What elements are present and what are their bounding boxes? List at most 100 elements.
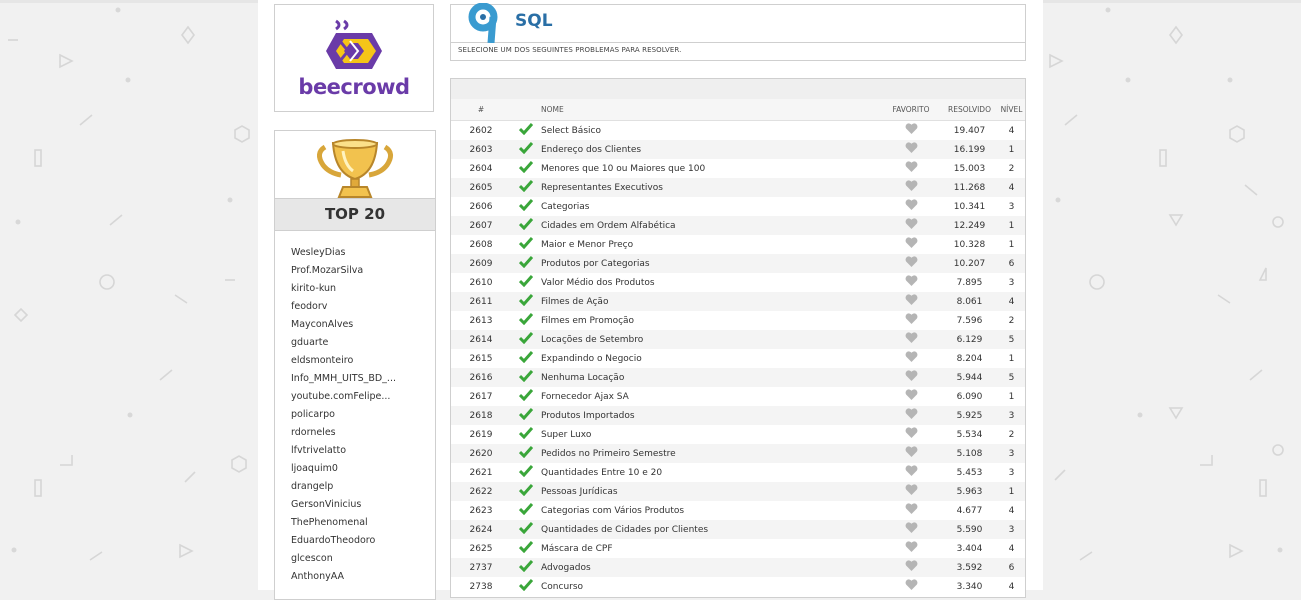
favorite-heart-icon[interactable] <box>881 159 941 178</box>
problem-name-link[interactable]: Expandindo o Negocio <box>541 349 881 368</box>
favorite-heart-icon[interactable] <box>881 273 941 292</box>
table-row[interactable]: 2606 Categorias 10.341 3 <box>451 197 1025 216</box>
ranking-user-link[interactable]: ljoaquim0 <box>291 460 396 478</box>
favorite-heart-icon[interactable] <box>881 558 941 577</box>
favorite-heart-icon[interactable] <box>881 121 941 141</box>
table-row[interactable]: 2614 Locações de Setembro 6.129 5 <box>451 330 1025 349</box>
table-row[interactable]: 2604 Menores que 10 ou Maiores que 100 15.… <box>451 159 1025 178</box>
header-id[interactable]: # <box>451 99 511 121</box>
table-row[interactable]: 2608 Maior e Menor Preço 10.328 1 <box>451 235 1025 254</box>
problem-name-link[interactable]: Advogados <box>541 558 881 577</box>
table-row[interactable]: 2615 Expandindo o Negocio 8.204 1 <box>451 349 1025 368</box>
favorite-heart-icon[interactable] <box>881 463 941 482</box>
problem-name-link[interactable]: Maior e Menor Preço <box>541 235 881 254</box>
problem-name-link[interactable]: Máscara de CPF <box>541 539 881 558</box>
problem-name-link[interactable]: Concurso <box>541 577 881 596</box>
problem-name-link[interactable]: Fornecedor Ajax SA <box>541 387 881 406</box>
problem-name-link[interactable]: Menores que 10 ou Maiores que 100 <box>541 159 881 178</box>
table-row[interactable]: 2620 Pedidos no Primeiro Semestre 5.108 3 <box>451 444 1025 463</box>
table-row[interactable]: 2623 Categorias com Vários Produtos 4.677 4 <box>451 501 1025 520</box>
problem-name-link[interactable]: Representantes Executivos <box>541 178 881 197</box>
table-row[interactable]: 2619 Super Luxo 5.534 2 <box>451 425 1025 444</box>
favorite-heart-icon[interactable] <box>881 368 941 387</box>
favorite-heart-icon[interactable] <box>881 311 941 330</box>
table-row[interactable]: 2611 Filmes de Ação 8.061 4 <box>451 292 1025 311</box>
ranking-user-link[interactable]: feodorv <box>291 298 396 316</box>
problem-name-link[interactable]: Categorias <box>541 197 881 216</box>
header-solved[interactable]: RESOLVIDO <box>941 99 998 121</box>
favorite-heart-icon[interactable] <box>881 501 941 520</box>
problem-name-link[interactable]: Super Luxo <box>541 425 881 444</box>
table-row[interactable]: 2605 Representantes Executivos 11.268 4 <box>451 178 1025 197</box>
table-row[interactable]: 2622 Pessoas Jurídicas 5.963 1 <box>451 482 1025 501</box>
ranking-user-link[interactable]: gduarte <box>291 334 396 352</box>
ranking-user-link[interactable]: EduardoTheodoro <box>291 532 396 550</box>
table-row[interactable]: 2613 Filmes em Promoção 7.596 2 <box>451 311 1025 330</box>
ranking-user-link[interactable]: lfvtrivelatto <box>291 442 396 460</box>
ranking-user-link[interactable]: drangelp <box>291 478 396 496</box>
favorite-heart-icon[interactable] <box>881 444 941 463</box>
favorite-heart-icon[interactable] <box>881 387 941 406</box>
ranking-user-link[interactable]: kirito-kun <box>291 280 396 298</box>
brand-logo-box[interactable]: beecrowd <box>274 4 434 112</box>
favorite-heart-icon[interactable] <box>881 254 941 273</box>
problem-name-link[interactable]: Endereço dos Clientes <box>541 140 881 159</box>
problem-name-link[interactable]: Select Básico <box>541 121 881 141</box>
ranking-user-link[interactable]: Prof.MozarSilva <box>291 262 396 280</box>
ranking-user-link[interactable]: youtube.comFelipe... <box>291 388 396 406</box>
favorite-heart-icon[interactable] <box>881 406 941 425</box>
problem-name-link[interactable]: Categorias com Vários Produtos <box>541 501 881 520</box>
ranking-user-link[interactable]: GersonVinicius <box>291 496 396 514</box>
ranking-user-link[interactable]: policarpo <box>291 406 396 424</box>
problem-name-link[interactable]: Valor Médio dos Produtos <box>541 273 881 292</box>
favorite-heart-icon[interactable] <box>881 330 941 349</box>
header-favorite[interactable]: FAVORITO <box>881 99 941 121</box>
problem-name-link[interactable]: Cidades em Ordem Alfabética <box>541 216 881 235</box>
problem-name-link[interactable]: Quantidades Entre 10 e 20 <box>541 463 881 482</box>
table-row[interactable]: 2617 Fornecedor Ajax SA 6.090 1 <box>451 387 1025 406</box>
ranking-user-link[interactable]: Info_MMH_UITS_BD_... <box>291 370 396 388</box>
favorite-heart-icon[interactable] <box>881 482 941 501</box>
favorite-heart-icon[interactable] <box>881 577 941 596</box>
table-row[interactable]: 2602 Select Básico 19.407 4 <box>451 121 1025 141</box>
table-row[interactable]: 2621 Quantidades Entre 10 e 20 5.453 3 <box>451 463 1025 482</box>
problem-name-link[interactable]: Pedidos no Primeiro Semestre <box>541 444 881 463</box>
ranking-user-link[interactable]: ThePhenomenal <box>291 514 396 532</box>
problem-name-link[interactable]: Filmes de Ação <box>541 292 881 311</box>
ranking-user-link[interactable]: WesleyDias <box>291 244 396 262</box>
problem-name-link[interactable]: Filmes em Promoção <box>541 311 881 330</box>
header-level[interactable]: NÍVEL <box>998 99 1025 121</box>
table-row[interactable]: 2610 Valor Médio dos Produtos 7.895 3 <box>451 273 1025 292</box>
favorite-heart-icon[interactable] <box>881 235 941 254</box>
problem-name-link[interactable]: Produtos Importados <box>541 406 881 425</box>
favorite-heart-icon[interactable] <box>881 216 941 235</box>
table-row[interactable]: 2616 Nenhuma Locação 5.944 5 <box>451 368 1025 387</box>
ranking-user-link[interactable]: rdorneles <box>291 424 396 442</box>
ranking-user-link[interactable]: glcescon <box>291 550 396 568</box>
favorite-heart-icon[interactable] <box>881 539 941 558</box>
ranking-user-link[interactable]: AnthonyAA <box>291 568 396 586</box>
table-row[interactable]: 2609 Produtos por Categorias 10.207 6 <box>451 254 1025 273</box>
table-row[interactable]: 2625 Máscara de CPF 3.404 4 <box>451 539 1025 558</box>
favorite-heart-icon[interactable] <box>881 178 941 197</box>
favorite-heart-icon[interactable] <box>881 197 941 216</box>
favorite-heart-icon[interactable] <box>881 349 941 368</box>
problem-name-link[interactable]: Pessoas Jurídicas <box>541 482 881 501</box>
favorite-heart-icon[interactable] <box>881 425 941 444</box>
ranking-user-link[interactable]: eldsmonteiro <box>291 352 396 370</box>
favorite-heart-icon[interactable] <box>881 140 941 159</box>
table-row[interactable]: 2738 Concurso 3.340 4 <box>451 577 1025 596</box>
table-row[interactable]: 2737 Advogados 3.592 6 <box>451 558 1025 577</box>
table-row[interactable]: 2618 Produtos Importados 5.925 3 <box>451 406 1025 425</box>
problem-name-link[interactable]: Nenhuma Locação <box>541 368 881 387</box>
favorite-heart-icon[interactable] <box>881 292 941 311</box>
problem-name-link[interactable]: Produtos por Categorias <box>541 254 881 273</box>
problem-name-link[interactable]: Locações de Setembro <box>541 330 881 349</box>
table-row[interactable]: 2624 Quantidades de Cidades por Clientes 5… <box>451 520 1025 539</box>
favorite-heart-icon[interactable] <box>881 520 941 539</box>
ranking-user-link[interactable]: MayconAlves <box>291 316 396 334</box>
header-name[interactable]: NOME <box>541 99 881 121</box>
problem-name-link[interactable]: Quantidades de Cidades por Clientes <box>541 520 881 539</box>
table-row[interactable]: 2603 Endereço dos Clientes 16.199 1 <box>451 140 1025 159</box>
table-row[interactable]: 2607 Cidades em Ordem Alfabética 12.249 1 <box>451 216 1025 235</box>
